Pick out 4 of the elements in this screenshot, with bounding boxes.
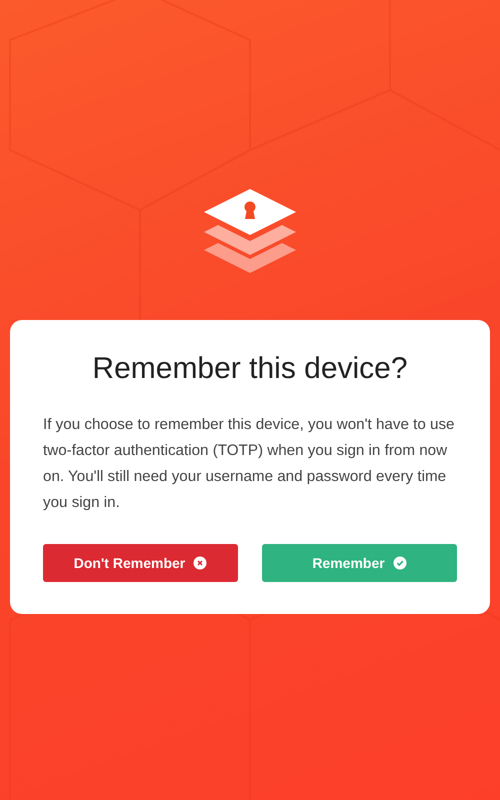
dialog-message: If you choose to remember this device, you won't have to use two-factor authentication (TOTP) when you sign in from now on. You'll still need your username and password every time you sign in. (43, 415, 456, 513)
remember-button[interactable]: Remember (262, 544, 457, 582)
dialog-title: Remember this device? (91, 352, 409, 386)
dont-remember-button[interactable]: Don't Remember (43, 544, 238, 582)
